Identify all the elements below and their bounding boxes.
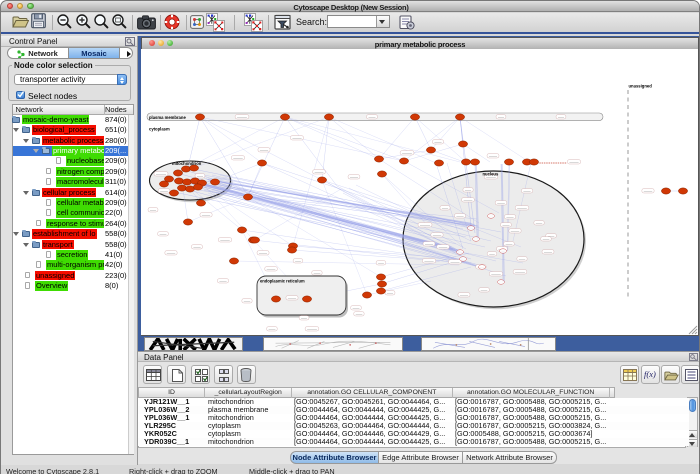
svg-text:mitochondrion: mitochondrion	[172, 161, 202, 166]
svg-text:unassigned: unassigned	[629, 84, 653, 89]
svg-text:plasma membrane: plasma membrane	[149, 115, 186, 120]
svg-text:cytoplasm: cytoplasm	[149, 127, 170, 132]
svg-text:endoplasmic reticulum: endoplasmic reticulum	[260, 279, 305, 284]
svg-text:nucleus: nucleus	[483, 172, 499, 177]
